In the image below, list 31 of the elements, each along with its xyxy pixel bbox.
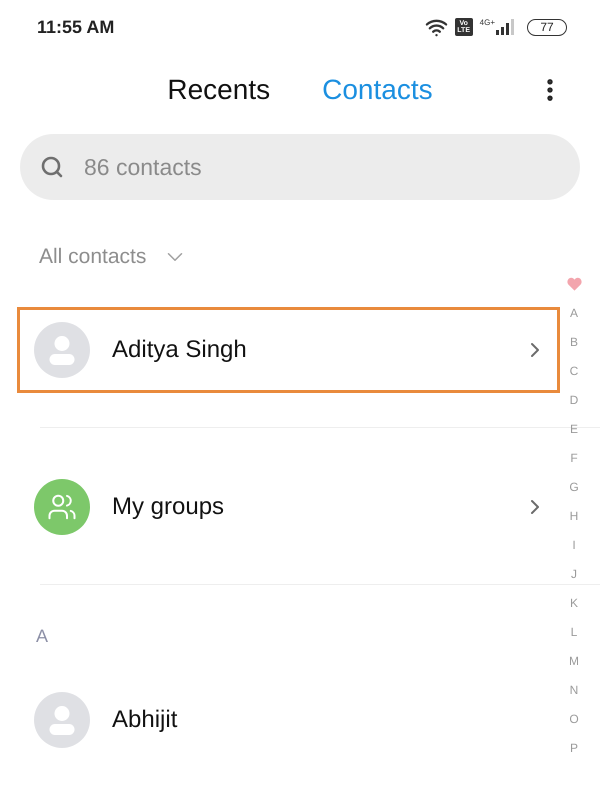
- index-letter[interactable]: I: [560, 530, 588, 559]
- index-letter[interactable]: P: [560, 733, 588, 762]
- person-avatar-icon: [34, 692, 90, 748]
- network-type: 4G+: [480, 19, 495, 27]
- filter-dropdown[interactable]: All contacts: [39, 241, 188, 273]
- groups-list-item[interactable]: My groups: [17, 464, 560, 550]
- index-letter[interactable]: K: [560, 588, 588, 617]
- index-letter[interactable]: C: [560, 356, 588, 385]
- contact-list-item[interactable]: Abhijit: [17, 677, 560, 763]
- index-letter[interactable]: J: [560, 559, 588, 588]
- index-letter[interactable]: A: [560, 298, 588, 327]
- index-letter[interactable]: N: [560, 675, 588, 704]
- contact-list-item[interactable]: Aditya Singh: [17, 307, 560, 393]
- section-header: A: [36, 624, 48, 648]
- index-letter[interactable]: H: [560, 501, 588, 530]
- battery-indicator: 77: [527, 18, 567, 36]
- person-avatar-icon: [34, 322, 90, 378]
- index-letter[interactable]: D: [560, 385, 588, 414]
- tab[interactable]: Recents: [167, 76, 270, 104]
- index-letter[interactable]: L: [560, 617, 588, 646]
- index-letter[interactable]: M: [560, 646, 588, 675]
- index-letter[interactable]: G: [560, 472, 588, 501]
- search-icon: [40, 155, 64, 179]
- search-field[interactable]: 86 contacts: [20, 134, 580, 200]
- index-letter[interactable]: F: [560, 443, 588, 472]
- status-time: 11:55 AM: [37, 16, 114, 38]
- index-letter[interactable]: O: [560, 704, 588, 733]
- index-letter[interactable]: E: [560, 414, 588, 443]
- tab[interactable]: Contacts: [322, 76, 433, 104]
- index-letter[interactable]: B: [560, 327, 588, 356]
- signal-icon: [496, 19, 516, 35]
